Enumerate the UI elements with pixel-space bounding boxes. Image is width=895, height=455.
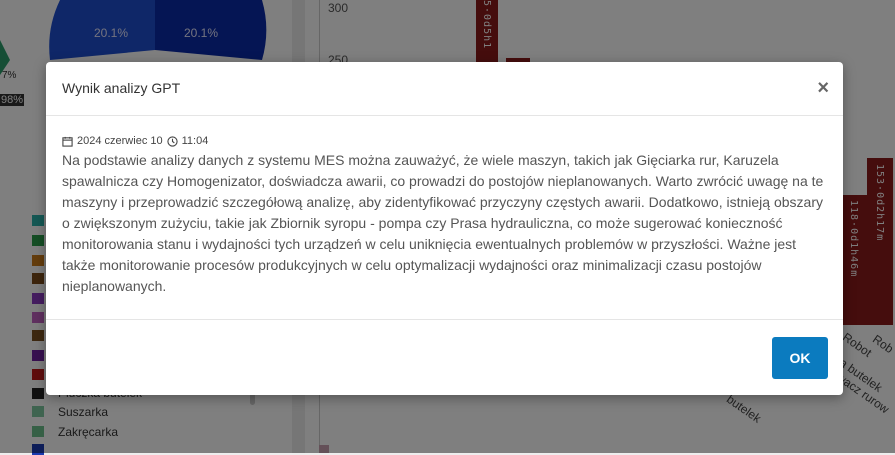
timestamp: 2024 czerwiec 10 11:04 [62,134,832,148]
time-text: 11:04 [181,135,209,147]
analysis-text: Na podstawie analizy danych z systemu ME… [62,152,824,294]
modal-title: Wynik analizy GPT [62,80,181,96]
ok-button[interactable]: OK [772,337,828,379]
modal-body: 2024 czerwiec 10 11:04 Na podstawie anal… [62,134,832,297]
modal-header: Wynik analizy GPT × [46,62,843,116]
calendar-icon [62,136,73,147]
modal-footer: OK [46,319,843,396]
date-text: 2024 czerwiec 10 [77,135,163,147]
clock-icon [166,135,178,147]
close-button[interactable]: × [817,78,829,98]
gpt-analysis-dialog: Wynik analizy GPT × 2024 czerwiec 10 11:… [46,62,843,395]
